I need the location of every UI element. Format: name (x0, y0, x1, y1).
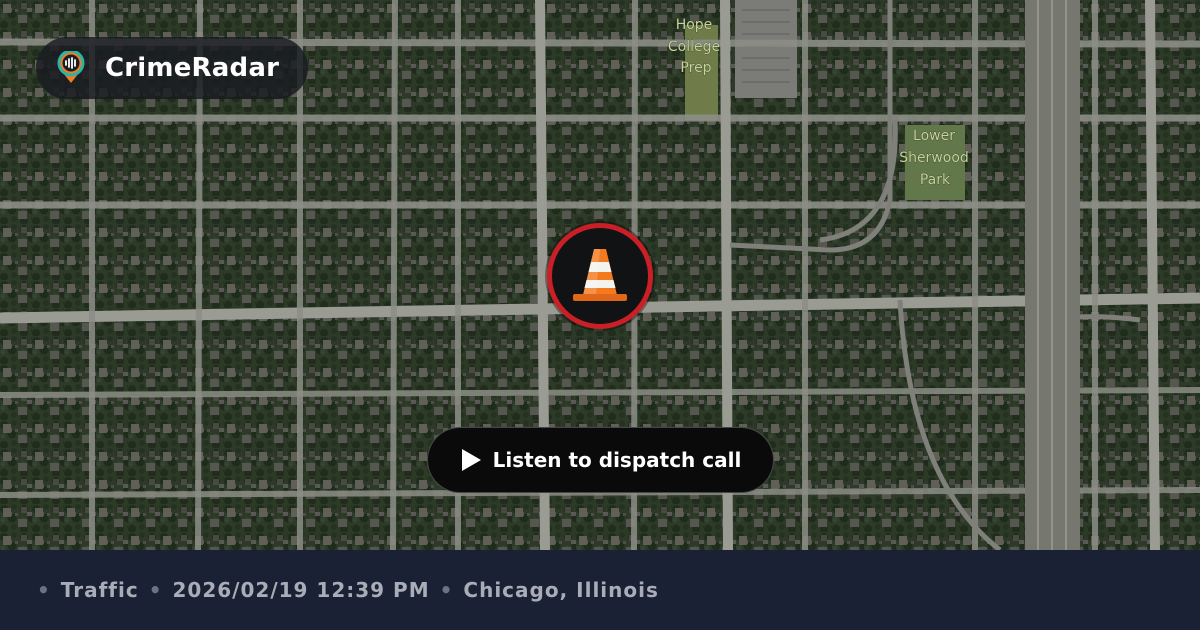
map-label-hope: Hope (676, 17, 713, 33)
separator-dot: • (148, 578, 163, 602)
incident-category: Traffic (60, 578, 139, 602)
map-label-park: Park (920, 172, 951, 188)
incident-meta-bar: • Traffic • 2026/02/19 12:39 PM • Chicag… (0, 550, 1200, 630)
listen-button-label: Listen to dispatch call (492, 448, 742, 472)
incident-marker[interactable] (547, 223, 653, 329)
radar-pin-icon (57, 51, 85, 83)
brand-name: CrimeRadar (105, 53, 280, 83)
traffic-cone-icon (573, 249, 627, 301)
map-label-college: College (668, 39, 720, 55)
play-icon (461, 449, 481, 471)
brand-badge[interactable]: CrimeRadar (36, 37, 308, 99)
map-label-lower: Lower (913, 128, 955, 144)
separator-dot: • (37, 578, 51, 602)
map-label-sherwood: Sherwood (899, 150, 969, 166)
listen-dispatch-button[interactable]: Listen to dispatch call (427, 427, 774, 493)
incident-datetime: 2026/02/19 12:39 PM (172, 578, 430, 602)
incident-location: Chicago, Illinois (463, 578, 659, 602)
separator-dot: • (439, 578, 454, 602)
map-label-prep: Prep (680, 60, 711, 76)
